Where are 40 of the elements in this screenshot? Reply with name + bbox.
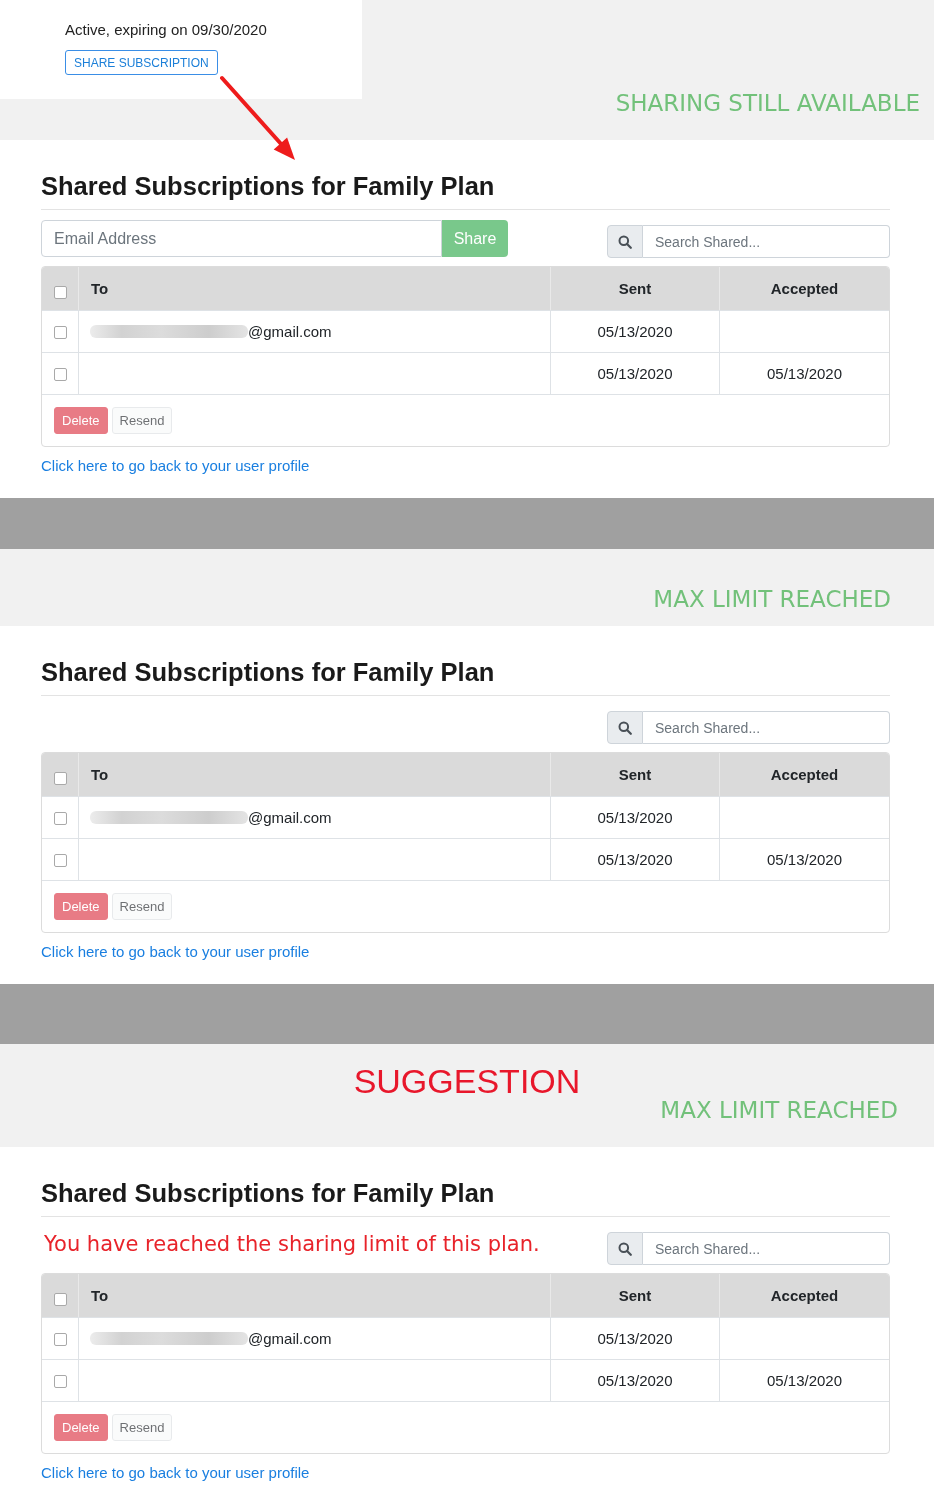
checkbox[interactable]	[53, 368, 67, 381]
panel-title: Shared Subscriptions for Family Plan	[41, 1178, 495, 1208]
column-header: Accepted	[769, 279, 840, 299]
limit-message: You have reached the sharing limit of this plan.	[44, 1231, 540, 1258]
status-caption: MAX LIMIT REACHED	[660, 1097, 898, 1123]
panel-title: Shared Subscriptions for Family Plan	[41, 171, 495, 201]
panel-title: Shared Subscriptions for Family Plan	[41, 657, 495, 687]
table-cell: 05/13/2020	[551, 1360, 720, 1401]
share-subscription-button[interactable]: SHARE SUBSCRIPTION	[65, 50, 218, 75]
search-field[interactable]: Search Shared...	[643, 225, 890, 258]
profile-link[interactable]: Click here to go back to your user profile	[41, 943, 310, 961]
email-text: @gmail.com	[248, 1330, 332, 1347]
status-text: Active, expiring on 09/30/2020	[65, 20, 267, 40]
checkbox[interactable]	[53, 854, 67, 867]
table-cell: 05/13/2020	[551, 353, 720, 394]
search-field[interactable]: Search Shared...	[643, 1232, 890, 1265]
checkbox[interactable]	[53, 1293, 67, 1306]
table-cell-text: 05/13/2020	[765, 850, 844, 870]
email-text: @gmail.com	[248, 323, 332, 340]
profile-link[interactable]: Click here to go back to your user profile	[41, 1464, 310, 1482]
checkbox[interactable]	[53, 1375, 67, 1388]
search-icon	[607, 711, 643, 744]
profile-link[interactable]: Click here to go back to your user profile	[41, 457, 310, 475]
checkbox[interactable]	[53, 326, 67, 339]
table-cell-text: 05/13/2020	[765, 1371, 844, 1391]
table-cell-text: 05/13/2020	[765, 364, 844, 384]
checkbox[interactable]	[53, 812, 67, 825]
column-header: Accepted	[769, 765, 840, 785]
column-header: Accepted	[769, 1286, 840, 1306]
checkbox[interactable]	[53, 1333, 67, 1346]
email-text: @gmail.com	[248, 809, 332, 826]
search-field[interactable]: Search Shared...	[643, 711, 890, 744]
checkbox[interactable]	[53, 772, 67, 785]
status-caption: SHARING STILL AVAILABLE	[615, 90, 920, 116]
checkbox[interactable]	[53, 286, 67, 299]
search-icon	[607, 1232, 643, 1265]
search-icon	[607, 225, 643, 258]
status-caption: MAX LIMIT REACHED	[653, 586, 891, 612]
table-cell: 05/13/2020	[551, 839, 720, 880]
suggestion-heading: SUGGESTION	[353, 1061, 581, 1101]
